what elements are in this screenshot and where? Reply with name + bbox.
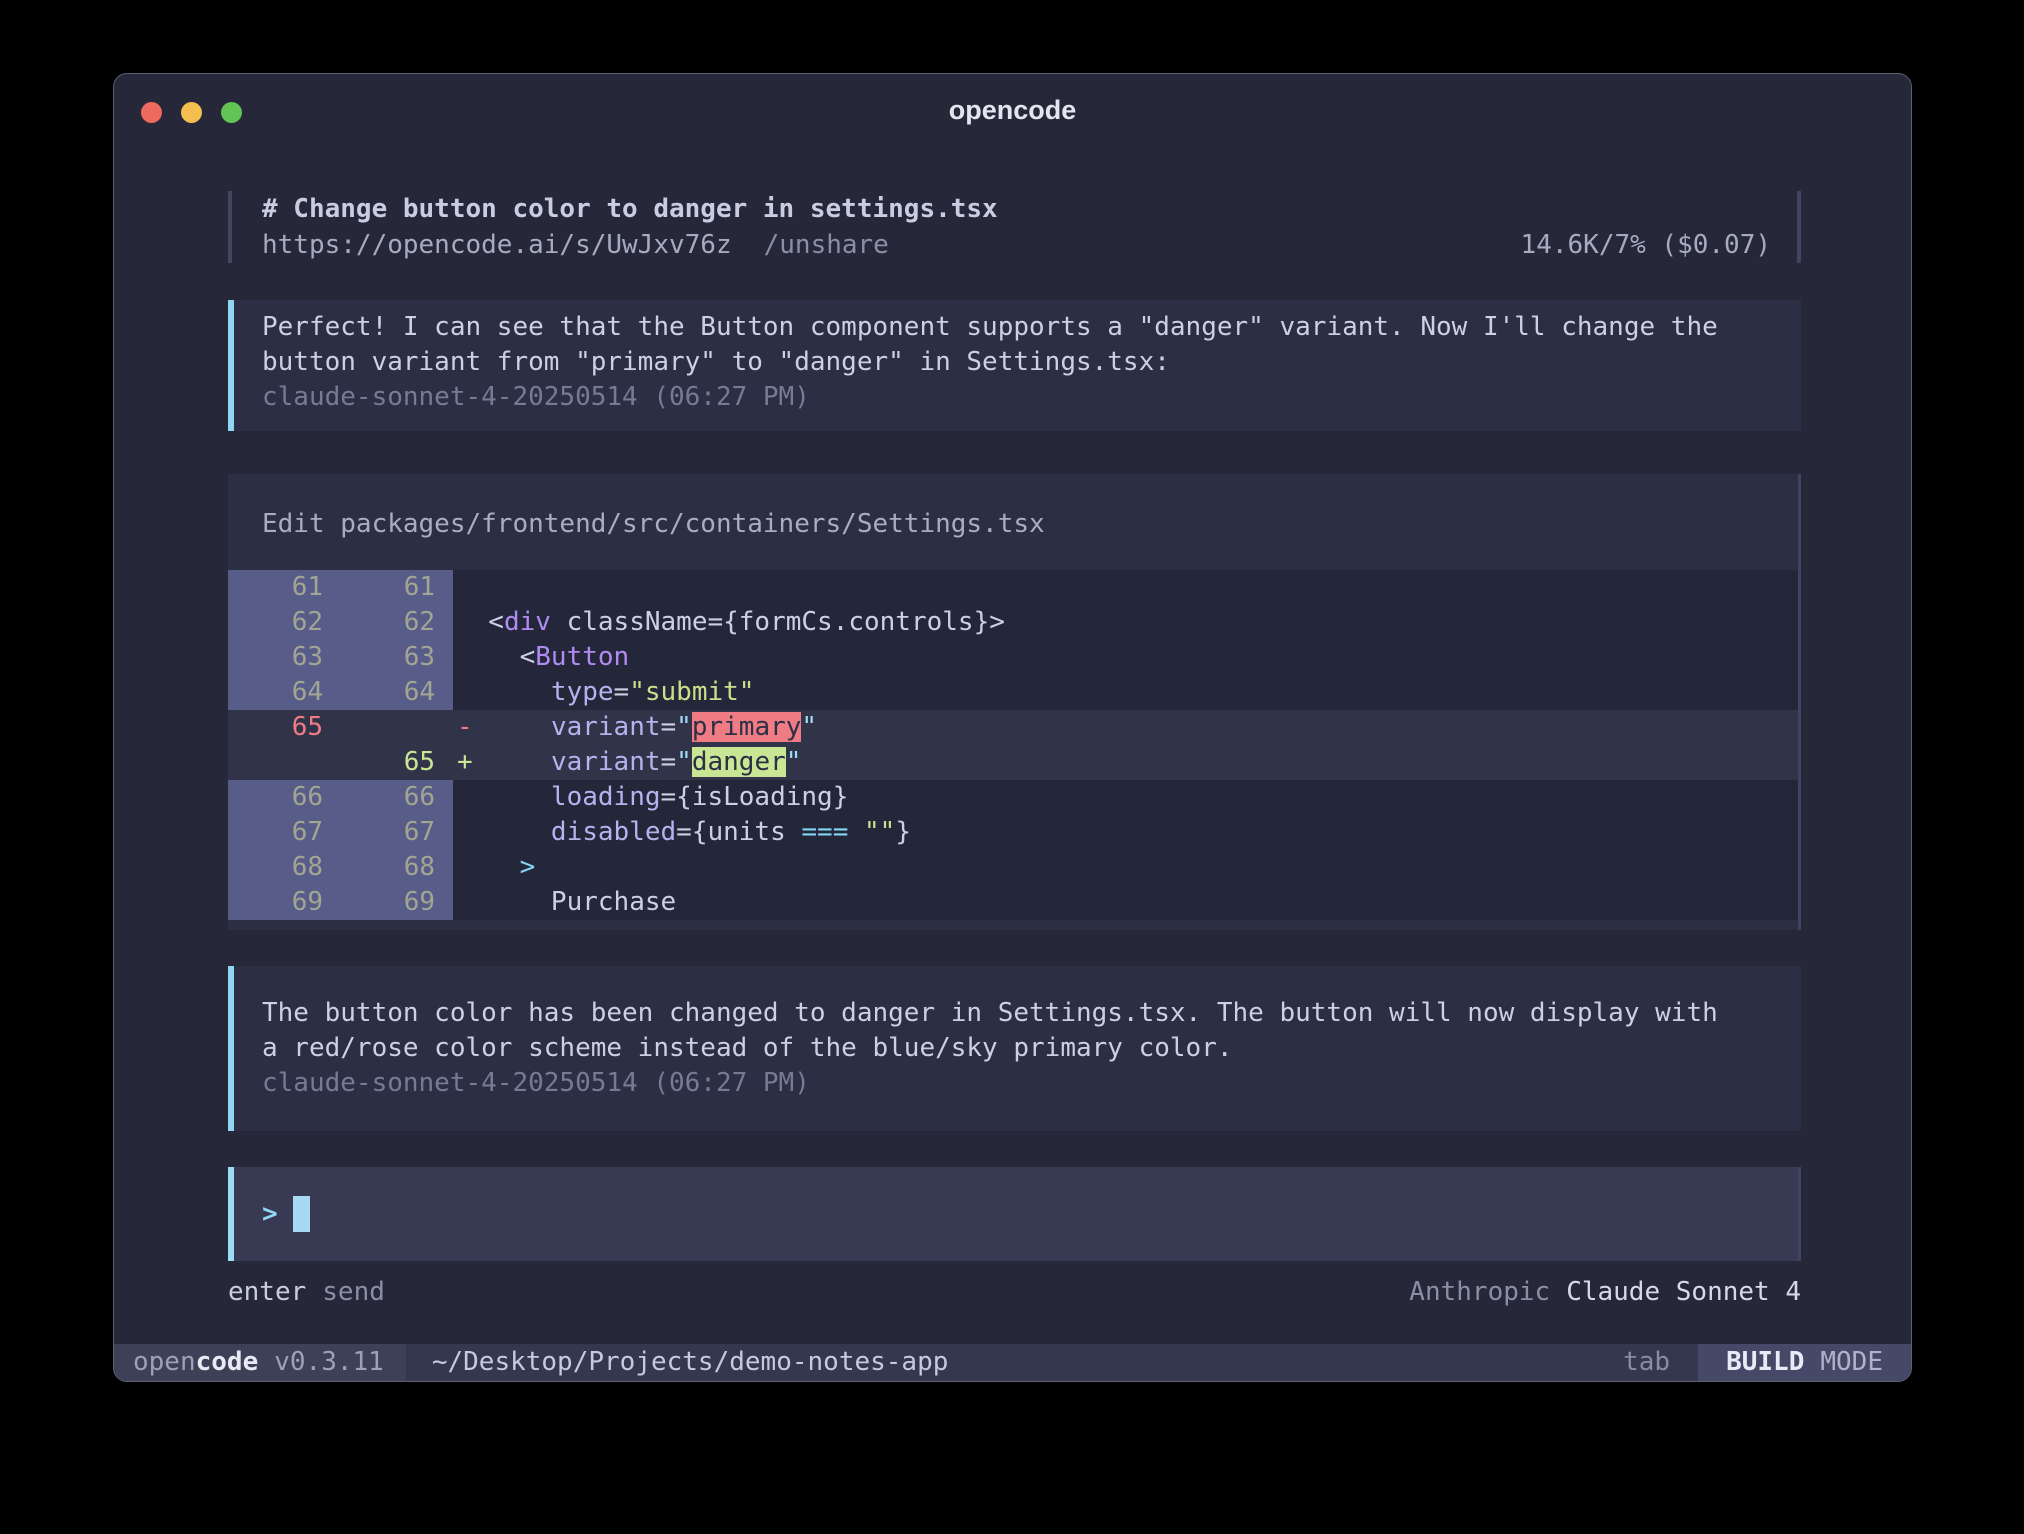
old-line-number: 63 <box>228 640 323 675</box>
message-line: Perfect! I can see that the Button compo… <box>262 310 1781 345</box>
diff-code-line: + variant="danger" <box>453 745 801 780</box>
edit-tool-panel: Edit packages/frontend/src/containers/Se… <box>228 474 1801 930</box>
provider-label: Anthropic <box>1409 1275 1550 1310</box>
prompt-symbol: > <box>262 1199 278 1229</box>
diff-code-line: loading={isLoading} <box>453 780 848 815</box>
diff-code-line: Purchase <box>453 885 676 920</box>
app-window: opencode # Change button color to danger… <box>113 73 1912 1382</box>
diff-code-line <box>453 570 457 605</box>
old-line-number: 66 <box>228 780 323 815</box>
diff-row: 68 68 > <box>228 850 1798 885</box>
session-header: # Change button color to danger in setti… <box>228 191 1801 263</box>
assistant-message: Perfect! I can see that the Button compo… <box>228 300 1801 431</box>
prompt-input[interactable]: > <box>228 1167 1801 1261</box>
diff-code-line: - variant="primary" <box>453 710 817 745</box>
working-directory: ~/Desktop/Projects/demo-notes-app <box>432 1344 1623 1381</box>
unshare-command[interactable]: /unshare <box>764 227 889 263</box>
old-line-number: 67 <box>228 815 323 850</box>
diff-gutter: 67 67 <box>228 815 453 850</box>
new-line-number: 65 <box>323 745 435 780</box>
diff-gutter: 66 66 <box>228 780 453 815</box>
assistant-message: The button color has been changed to dan… <box>228 966 1801 1131</box>
main-content: # Change button color to danger in setti… <box>114 191 1911 1310</box>
send-action-label: send <box>322 1275 385 1310</box>
old-line-number: 65 <box>228 710 323 745</box>
message-meta: claude-sonnet-4-20250514 (06:27 PM) <box>262 1066 1781 1101</box>
new-line-number: 64 <box>323 675 435 710</box>
old-line-number: 61 <box>228 570 323 605</box>
new-line-number: 69 <box>323 885 435 920</box>
old-line-number: 69 <box>228 885 323 920</box>
diff-gutter: 69 69 <box>228 885 453 920</box>
diff-row: 69 69 Purchase <box>228 885 1798 920</box>
edit-tool-header: Edit packages/frontend/src/containers/Se… <box>228 506 1798 542</box>
diff-row: 63 63 <Button <box>228 640 1798 675</box>
diff-view: 61 61 62 62 <div className={formCs.contr… <box>228 570 1798 920</box>
diff-row: 61 61 <box>228 570 1798 605</box>
old-line-number: 62 <box>228 605 323 640</box>
diff-gutter: 68 68 <box>228 850 453 885</box>
context-usage-stats: 14.6K/7% ($0.07) <box>1521 227 1771 263</box>
message-line: button variant from "primary" to "danger… <box>262 345 1781 380</box>
diff-code-line: <div className={formCs.controls}> <box>453 605 1005 640</box>
new-line-number: 66 <box>323 780 435 815</box>
old-line-number: 64 <box>228 675 323 710</box>
build-mode-badge: BUILD MODE <box>1698 1344 1911 1381</box>
new-line-number: 62 <box>323 605 435 640</box>
app-version-segment: opencode v0.3.11 <box>114 1344 406 1381</box>
new-line-number: 61 <box>323 570 435 605</box>
status-bar: opencode v0.3.11 ~/Desktop/Projects/demo… <box>114 1344 1911 1381</box>
diff-gutter: 65 <box>228 745 453 780</box>
diff-row: 62 62 <div className={formCs.controls}> <box>228 605 1798 640</box>
diff-row: 67 67 disabled={units === ""} <box>228 815 1798 850</box>
diff-code-line: <Button <box>453 640 629 675</box>
diff-row: 64 64 type="submit" <box>228 675 1798 710</box>
diff-gutter: 65 <box>228 710 453 745</box>
diff-row: 65 - variant="primary" <box>228 710 1798 745</box>
message-line: a red/rose color scheme instead of the b… <box>262 1031 1781 1066</box>
enter-key-hint: enter <box>228 1275 306 1310</box>
message-meta: claude-sonnet-4-20250514 (06:27 PM) <box>262 380 1781 415</box>
app-version: v0.3.11 <box>274 1344 384 1381</box>
diff-gutter: 63 63 <box>228 640 453 675</box>
session-title: # Change button color to danger in setti… <box>262 191 1771 227</box>
diff-code-line: disabled={units === ""} <box>453 815 911 850</box>
diff-gutter: 61 61 <box>228 570 453 605</box>
new-line-number: 67 <box>323 815 435 850</box>
footer-hints: enter send Anthropic Claude Sonnet 4 <box>228 1275 1801 1310</box>
old-line-number <box>228 745 323 780</box>
diff-gutter: 62 62 <box>228 605 453 640</box>
diff-gutter: 64 64 <box>228 675 453 710</box>
mode-suffix: MODE <box>1820 1344 1883 1381</box>
session-subtitle-row: https://opencode.ai/s/UwJxv76z /unshare … <box>262 227 1771 263</box>
diff-code-line: > <box>453 850 535 885</box>
app-name-prefix: open <box>133 1344 196 1381</box>
diff-code-line: type="submit" <box>453 675 754 710</box>
share-url-link[interactable]: https://opencode.ai/s/UwJxv76z <box>262 227 732 263</box>
new-line-number <box>323 710 435 745</box>
new-line-number: 63 <box>323 640 435 675</box>
old-line-number: 68 <box>228 850 323 885</box>
diff-row: 66 66 loading={isLoading} <box>228 780 1798 815</box>
new-line-number: 68 <box>323 850 435 885</box>
model-label: Claude Sonnet 4 <box>1566 1275 1801 1310</box>
mode-name: BUILD <box>1726 1344 1804 1381</box>
app-name-suffix: code <box>196 1344 259 1381</box>
window-title: opencode <box>114 95 1911 126</box>
message-line: The button color has been changed to dan… <box>262 996 1781 1031</box>
text-cursor <box>293 1196 310 1232</box>
title-bar[interactable]: opencode <box>114 74 1911 138</box>
tab-key-hint[interactable]: tab <box>1623 1344 1670 1381</box>
diff-row: 65 + variant="danger" <box>228 745 1798 780</box>
